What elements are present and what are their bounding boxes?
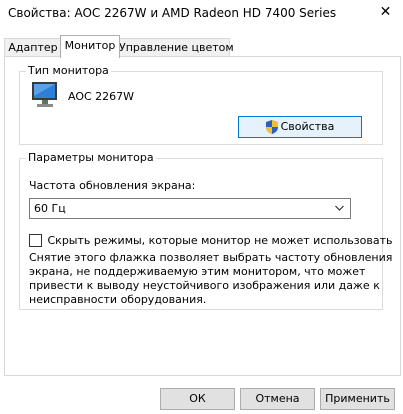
group-title: Параметры монитора (26, 151, 156, 164)
hide-modes-checkbox[interactable]: Скрыть режимы, которые монитор не может … (29, 233, 393, 247)
close-icon: ✕ (379, 4, 392, 20)
close-button[interactable]: ✕ (368, 0, 403, 26)
properties-button-label: Свойства (280, 120, 335, 133)
description-line: неисправности оборудования. (29, 293, 207, 306)
tab-label: Монитор (64, 39, 116, 52)
monitor-name: AOC 2267W (68, 90, 135, 103)
description-line: Снятие этого флажка позволяет выбрать ча… (29, 251, 393, 264)
tab-label: Адаптер (8, 41, 58, 54)
refresh-rate-value: 60 Гц (34, 202, 66, 215)
description-line: привести к выводу неустойчивого изображе… (29, 279, 380, 292)
tab-label: Управление цветом (119, 41, 234, 54)
hide-modes-label: Скрыть режимы, которые монитор не может … (47, 233, 393, 247)
monitor-type-group: Тип монитора AOC 2267W Свойства (19, 64, 383, 145)
window-title: Свойства: AOC 2267W и AMD Radeon HD 7400… (8, 6, 337, 20)
refresh-rate-label: Частота обновления экрана: (29, 179, 196, 192)
tab-monitor[interactable]: Монитор (60, 35, 120, 58)
description-text: Снятие этого флажка позволяет выбрать ча… (29, 251, 392, 307)
ok-button[interactable]: ОК (160, 388, 235, 410)
refresh-rate-select[interactable]: 60 Гц (29, 198, 351, 219)
tab-panel: Тип монитора AOC 2267W Свойства Параметр… (4, 56, 401, 376)
monitor-icon (30, 80, 60, 110)
monitor-settings-group: Параметры монитора Частота обновления эк… (19, 151, 393, 310)
description-line: экрана, не поддерживаемую этим монитором… (29, 265, 366, 278)
checkbox-box[interactable] (29, 233, 42, 247)
group-title: Тип монитора (26, 64, 111, 77)
tab-adapter[interactable]: Адаптер (4, 38, 62, 57)
tab-color-management[interactable]: Управление цветом (118, 38, 234, 57)
properties-button[interactable]: Свойства (238, 116, 362, 138)
apply-button[interactable]: Применить (320, 388, 395, 410)
chevron-down-icon (335, 199, 344, 224)
cancel-button[interactable]: Отмена (240, 388, 315, 410)
uac-shield-icon (265, 120, 278, 134)
